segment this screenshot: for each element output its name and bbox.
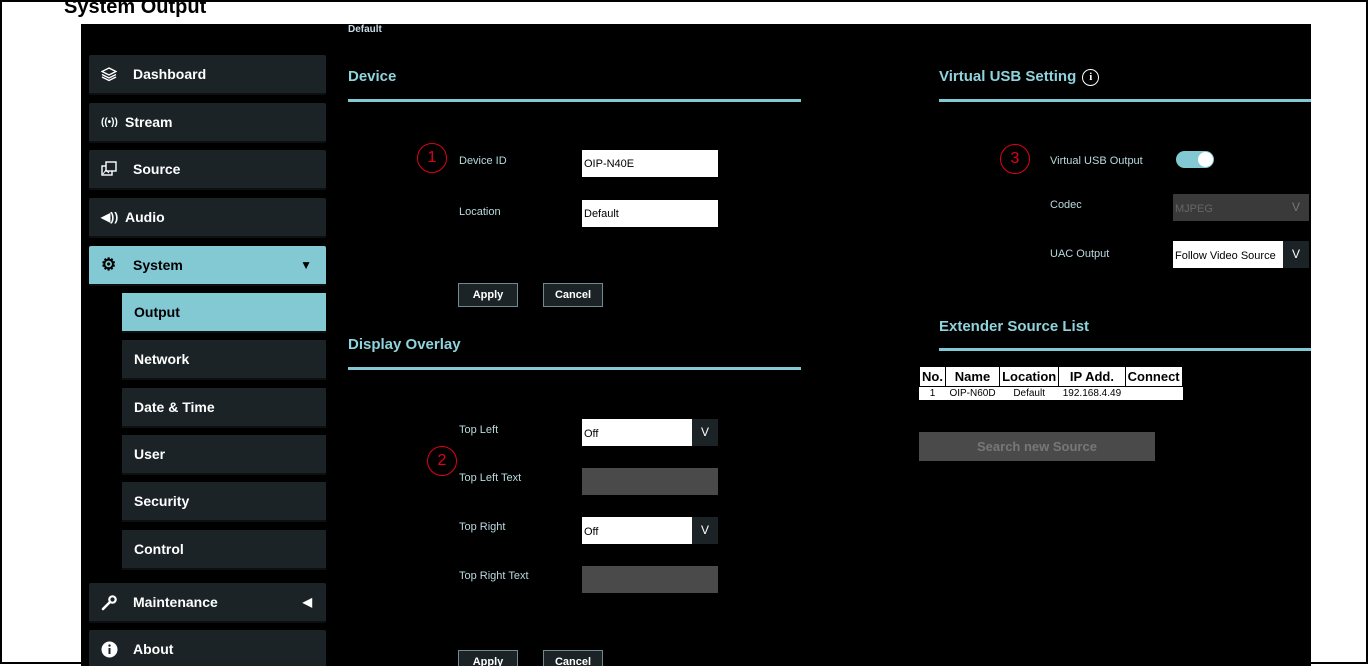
uac-output-label: UAC Output bbox=[1050, 248, 1110, 260]
table-cell: Default bbox=[1013, 388, 1045, 399]
device-section-title: Device bbox=[348, 68, 397, 85]
top-left-label: Top Left bbox=[459, 424, 499, 436]
page-header-text: System Output bbox=[64, 0, 207, 18]
usb-section-title: Virtual USB Setting i bbox=[939, 68, 1100, 86]
location-label: Location bbox=[459, 206, 501, 218]
codec-label: Codec bbox=[1050, 199, 1082, 211]
device-id-input[interactable]: OIP-N40E bbox=[582, 150, 718, 177]
callout-marker-1: 1 bbox=[417, 143, 447, 173]
usb-section-rule bbox=[939, 99, 1311, 102]
codec-selected-value: MJPEG bbox=[1175, 203, 1213, 215]
sidebar-item-maintenance[interactable]: Maintenance ◀ bbox=[89, 583, 326, 623]
broadcast-icon: ((•)) bbox=[101, 116, 118, 128]
sidebar-subitem-control[interactable]: Control bbox=[122, 530, 326, 570]
sidebar-item-label: Source bbox=[133, 161, 181, 177]
column-header: Location bbox=[999, 366, 1060, 387]
sidebar-subitem-user[interactable]: User bbox=[122, 435, 326, 475]
callout-marker-2: 2 bbox=[427, 446, 457, 476]
overlay-section-rule bbox=[348, 367, 801, 370]
chevron-down-icon: V bbox=[692, 419, 718, 446]
source-icon bbox=[101, 161, 123, 177]
codec-select: MJPEG V bbox=[1173, 194, 1309, 221]
callout-marker-3: 3 bbox=[1000, 144, 1030, 174]
top-left-selected-value: Off bbox=[584, 428, 599, 440]
app-window: Default Dashboard ((•)) Stream Source ◀)… bbox=[81, 24, 1311, 666]
sidebar-item-about[interactable]: About bbox=[89, 630, 326, 666]
extender-source-table: No. Name Location IP Add. Connect 1 OIP-… bbox=[919, 366, 1183, 400]
device-apply-button[interactable]: Apply bbox=[458, 283, 518, 307]
breadcrumb: Default bbox=[348, 24, 382, 35]
sidebar-item-stream[interactable]: ((•)) Stream bbox=[89, 103, 326, 143]
column-header: Name bbox=[944, 366, 1001, 387]
search-new-source-button[interactable]: Search new Source bbox=[919, 432, 1155, 461]
table-cell bbox=[1125, 387, 1182, 401]
location-input[interactable]: Default bbox=[582, 200, 718, 227]
wrench-icon bbox=[101, 594, 123, 611]
table-cell: 1 bbox=[929, 388, 936, 399]
device-cancel-button[interactable]: Cancel bbox=[543, 283, 603, 307]
extender-section-rule bbox=[939, 348, 1311, 351]
column-header: Connect bbox=[1124, 366, 1183, 387]
table-cell: 192.168.4.49 bbox=[1062, 388, 1122, 399]
column-header: No. bbox=[919, 366, 946, 387]
sidebar-item-label: Dashboard bbox=[133, 66, 207, 82]
sidebar-item-label: System bbox=[133, 257, 183, 273]
top-right-selected-value: Off bbox=[584, 526, 599, 538]
info-icon bbox=[101, 641, 123, 658]
top-right-select[interactable]: Off V bbox=[582, 517, 718, 544]
sidebar-item-dashboard[interactable]: Dashboard bbox=[89, 55, 326, 95]
top-left-text-input[interactable] bbox=[582, 468, 718, 495]
sidebar-subitem-output[interactable]: Output bbox=[122, 293, 326, 333]
top-left-text-label: Top Left Text bbox=[459, 472, 522, 484]
sidebar-subitem-date-time[interactable]: Date & Time bbox=[122, 388, 326, 428]
speaker-icon: ◀)) bbox=[101, 210, 119, 224]
sidebar-subitem-security[interactable]: Security bbox=[122, 482, 326, 522]
usb-section-title-text: Virtual USB Setting bbox=[939, 68, 1077, 85]
gear-icon: ⚙ bbox=[101, 255, 117, 274]
chevron-down-icon: ▼ bbox=[300, 258, 312, 272]
sidebar-item-label: Maintenance bbox=[133, 594, 218, 610]
chevron-down-icon: V bbox=[692, 517, 718, 544]
sidebar-subitem-network[interactable]: Network bbox=[122, 340, 326, 380]
sidebar-item-source[interactable]: Source bbox=[89, 150, 326, 190]
chevron-down-icon: V bbox=[1283, 194, 1309, 221]
table-cell: OIP-N60D bbox=[949, 388, 996, 399]
toggle-knob bbox=[1198, 152, 1213, 167]
virtual-usb-output-label: Virtual USB Output bbox=[1050, 155, 1143, 167]
sidebar-item-audio[interactable]: ◀)) Audio bbox=[89, 198, 326, 238]
sidebar-item-label: Stream bbox=[125, 114, 173, 130]
uac-output-selected-value: Follow Video Source bbox=[1175, 250, 1276, 262]
table-row[interactable]: 1 OIP-N60D Default 192.168.4.49 bbox=[920, 387, 1183, 401]
top-right-text-input[interactable] bbox=[582, 566, 718, 593]
info-icon[interactable]: i bbox=[1082, 69, 1100, 86]
chevron-left-icon: ◀ bbox=[302, 595, 312, 609]
sidebar-item-label: About bbox=[133, 641, 174, 657]
virtual-usb-output-toggle[interactable] bbox=[1176, 151, 1214, 168]
uac-output-select[interactable]: Follow Video Source V bbox=[1173, 241, 1309, 268]
sidebar-item-system[interactable]: ⚙ System ▼ bbox=[89, 246, 326, 286]
top-left-select[interactable]: Off V bbox=[582, 419, 718, 446]
layers-icon bbox=[101, 66, 123, 82]
top-right-label: Top Right bbox=[459, 521, 506, 533]
device-id-label: Device ID bbox=[459, 155, 507, 167]
sidebar-item-label: Audio bbox=[125, 209, 165, 225]
screenshot-frame: System Output Default Dashboard ((•)) St… bbox=[0, 0, 1368, 666]
column-header: IP Add. bbox=[1058, 366, 1126, 387]
chevron-down-icon: V bbox=[1283, 241, 1309, 268]
top-right-text-label: Top Right Text bbox=[459, 570, 529, 582]
extender-section-title: Extender Source List bbox=[939, 318, 1090, 335]
overlay-section-title: Display Overlay bbox=[348, 336, 461, 353]
device-section-rule bbox=[348, 99, 801, 102]
